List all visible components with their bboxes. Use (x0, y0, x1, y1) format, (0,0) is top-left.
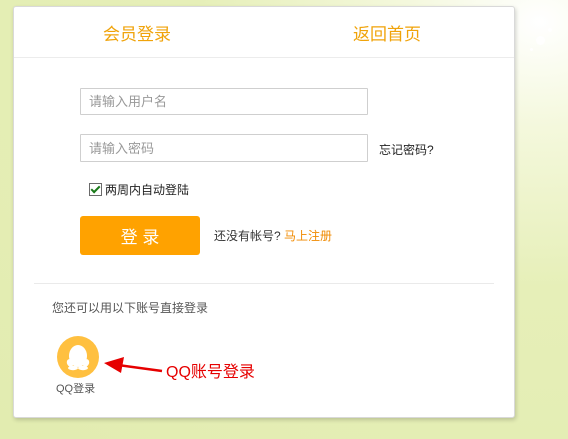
divider (34, 283, 494, 284)
username-input[interactable] (80, 88, 368, 115)
tab-back-home[interactable]: 返回首页 (353, 20, 421, 45)
tab-member-login[interactable]: 会员登录 (103, 20, 171, 45)
background-sparkle (536, 36, 545, 45)
register-link[interactable]: 马上注册 (284, 229, 332, 243)
qq-login-button[interactable] (57, 336, 99, 378)
forgot-password-link[interactable]: 忘记密码? (379, 141, 434, 158)
background-sparkle (530, 48, 533, 51)
remember-label: 两周内自动登陆 (105, 183, 190, 197)
checkbox-checked-icon[interactable] (89, 183, 102, 196)
remember-checkbox[interactable]: 两周内自动登陆 (89, 181, 189, 198)
alt-login-prompt: 您还可以用以下账号直接登录 (52, 301, 209, 315)
qq-penguin-icon (66, 345, 90, 371)
register-prompt: 还没有帐号? 马上注册 (214, 227, 332, 244)
password-input[interactable] (80, 134, 368, 162)
login-button[interactable]: 登 录 (80, 216, 200, 255)
no-account-text: 还没有帐号? (214, 229, 281, 243)
login-card: 会员登录 返回首页 忘记密码? 两周内自动登陆 登 录 还没有帐号? 马上注册 … (13, 6, 515, 418)
red-arrow-icon (104, 357, 163, 373)
background-sparkle (548, 28, 552, 32)
annotation-label: QQ账号登录 (166, 364, 255, 381)
qq-login-label: QQ登录 (56, 383, 96, 395)
tab-bar: 会员登录 返回首页 (14, 7, 514, 58)
